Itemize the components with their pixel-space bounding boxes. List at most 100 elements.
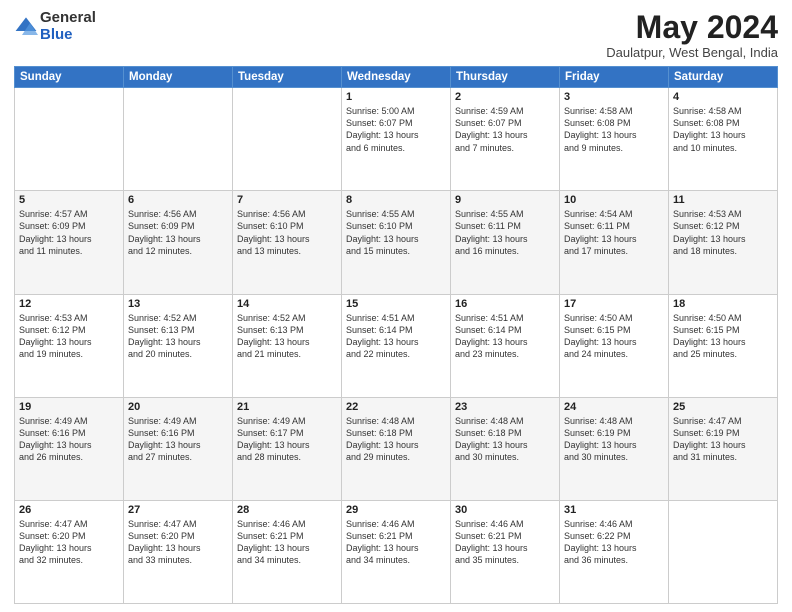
day-cell: 14 Sunrise: 4:52 AM Sunset: 6:13 PM Dayli… xyxy=(233,294,342,397)
day-info: Sunrise: 4:49 AM Sunset: 6:16 PM Dayligh… xyxy=(128,415,228,464)
day-number: 11 xyxy=(673,194,773,206)
weekday-header-monday: Monday xyxy=(124,67,233,88)
day-number: 17 xyxy=(564,298,664,310)
page: General Blue May 2024 Daulatpur, West Be… xyxy=(0,0,792,612)
weekday-header-saturday: Saturday xyxy=(669,67,778,88)
day-number: 21 xyxy=(237,401,337,413)
day-cell: 29Sunrise: 4:46 AM Sunset: 6:21 PM Dayli… xyxy=(342,500,451,603)
day-info: Sunrise: 4:58 AM Sunset: 6:08 PM Dayligh… xyxy=(673,105,773,154)
day-number: 4 xyxy=(673,91,773,103)
weekday-header-thursday: Thursday xyxy=(451,67,560,88)
day-cell: 13 Sunrise: 4:52 AM Sunset: 6:13 PM Dayli… xyxy=(124,294,233,397)
day-cell: 31 Sunrise: 4:46 AM Sunset: 6:22 PM Dayli… xyxy=(560,500,669,603)
day-number: 8 xyxy=(346,194,446,206)
day-info: Sunrise: 4:47 AM Sunset: 6:20 PM Dayligh… xyxy=(19,518,119,567)
day-info: Sunrise: 4:51 AM Sunset: 6:14 PM Dayligh… xyxy=(346,312,446,361)
day-info: Sunrise: 4:46 AM Sunset: 6:21 PM Dayligh… xyxy=(455,518,555,567)
logo-icon xyxy=(14,15,38,39)
day-cell: 10Sunrise: 4:54 AM Sunset: 6:11 PM Dayli… xyxy=(560,191,669,294)
day-info: Sunrise: 4:48 AM Sunset: 6:18 PM Dayligh… xyxy=(346,415,446,464)
day-info: Sunrise: 4:50 AM Sunset: 6:15 PM Dayligh… xyxy=(673,312,773,361)
day-number: 14 xyxy=(237,298,337,310)
week-row-5: 26 Sunrise: 4:47 AM Sunset: 6:20 PM Dayli… xyxy=(15,500,778,603)
day-number: 16 xyxy=(455,298,555,310)
day-info: Sunrise: 4:55 AM Sunset: 6:10 PM Dayligh… xyxy=(346,208,446,257)
day-info: Sunrise: 4:51 AM Sunset: 6:14 PM Dayligh… xyxy=(455,312,555,361)
weekday-header-wednesday: Wednesday xyxy=(342,67,451,88)
weekday-header-row: SundayMondayTuesdayWednesdayThursdayFrid… xyxy=(15,67,778,88)
logo-blue: Blue xyxy=(40,26,73,43)
day-cell: 6 Sunrise: 4:56 AM Sunset: 6:09 PM Daylig… xyxy=(124,191,233,294)
logo: General Blue xyxy=(14,10,96,43)
day-info: Sunrise: 4:49 AM Sunset: 6:17 PM Dayligh… xyxy=(237,415,337,464)
day-number: 25 xyxy=(673,401,773,413)
day-number: 6 xyxy=(128,194,228,206)
day-info: Sunrise: 4:49 AM Sunset: 6:16 PM Dayligh… xyxy=(19,415,119,464)
day-cell xyxy=(15,88,124,191)
day-number: 13 xyxy=(128,298,228,310)
day-cell: 19 Sunrise: 4:49 AM Sunset: 6:16 PM Dayli… xyxy=(15,397,124,500)
day-cell: 3 Sunrise: 4:58 AM Sunset: 6:08 PM Daylig… xyxy=(560,88,669,191)
day-info: Sunrise: 4:54 AM Sunset: 6:11 PM Dayligh… xyxy=(564,208,664,257)
day-info: Sunrise: 4:46 AM Sunset: 6:21 PM Dayligh… xyxy=(237,518,337,567)
day-cell: 1Sunrise: 5:00 AM Sunset: 6:07 PM Daylig… xyxy=(342,88,451,191)
day-number: 18 xyxy=(673,298,773,310)
weekday-header-friday: Friday xyxy=(560,67,669,88)
week-row-1: 1Sunrise: 5:00 AM Sunset: 6:07 PM Daylig… xyxy=(15,88,778,191)
day-cell: 30 Sunrise: 4:46 AM Sunset: 6:21 PM Dayli… xyxy=(451,500,560,603)
day-cell: 8 Sunrise: 4:55 AM Sunset: 6:10 PM Daylig… xyxy=(342,191,451,294)
day-number: 20 xyxy=(128,401,228,413)
day-cell: 18 Sunrise: 4:50 AM Sunset: 6:15 PM Dayli… xyxy=(669,294,778,397)
day-number: 29 xyxy=(346,504,446,516)
day-cell: 2Sunrise: 4:59 AM Sunset: 6:07 PM Daylig… xyxy=(451,88,560,191)
day-info: Sunrise: 4:50 AM Sunset: 6:15 PM Dayligh… xyxy=(564,312,664,361)
day-cell: 4 Sunrise: 4:58 AM Sunset: 6:08 PM Daylig… xyxy=(669,88,778,191)
day-cell: 9Sunrise: 4:55 AM Sunset: 6:11 PM Daylig… xyxy=(451,191,560,294)
day-info: Sunrise: 4:57 AM Sunset: 6:09 PM Dayligh… xyxy=(19,208,119,257)
month-title: May 2024 xyxy=(606,10,778,45)
day-cell: 20 Sunrise: 4:49 AM Sunset: 6:16 PM Dayli… xyxy=(124,397,233,500)
logo-text: General Blue xyxy=(40,10,96,43)
day-number: 7 xyxy=(237,194,337,206)
day-cell: 21 Sunrise: 4:49 AM Sunset: 6:17 PM Dayli… xyxy=(233,397,342,500)
day-cell: 11 Sunrise: 4:53 AM Sunset: 6:12 PM Dayli… xyxy=(669,191,778,294)
day-number: 19 xyxy=(19,401,119,413)
day-info: Sunrise: 4:53 AM Sunset: 6:12 PM Dayligh… xyxy=(673,208,773,257)
day-cell: 16 Sunrise: 4:51 AM Sunset: 6:14 PM Dayli… xyxy=(451,294,560,397)
day-info: Sunrise: 4:52 AM Sunset: 6:13 PM Dayligh… xyxy=(128,312,228,361)
day-number: 30 xyxy=(455,504,555,516)
day-number: 2 xyxy=(455,91,555,103)
day-number: 1 xyxy=(346,91,446,103)
day-cell: 5 Sunrise: 4:57 AM Sunset: 6:09 PM Daylig… xyxy=(15,191,124,294)
weekday-header-tuesday: Tuesday xyxy=(233,67,342,88)
day-info: Sunrise: 4:47 AM Sunset: 6:20 PM Dayligh… xyxy=(128,518,228,567)
day-number: 5 xyxy=(19,194,119,206)
day-info: Sunrise: 4:47 AM Sunset: 6:19 PM Dayligh… xyxy=(673,415,773,464)
day-cell: 12Sunrise: 4:53 AM Sunset: 6:12 PM Dayli… xyxy=(15,294,124,397)
day-number: 28 xyxy=(237,504,337,516)
day-cell xyxy=(233,88,342,191)
day-cell: 27 Sunrise: 4:47 AM Sunset: 6:20 PM Dayli… xyxy=(124,500,233,603)
day-info: Sunrise: 4:48 AM Sunset: 6:18 PM Dayligh… xyxy=(455,415,555,464)
title-block: May 2024 Daulatpur, West Bengal, India xyxy=(606,10,778,60)
week-row-3: 12Sunrise: 4:53 AM Sunset: 6:12 PM Dayli… xyxy=(15,294,778,397)
day-info: Sunrise: 4:56 AM Sunset: 6:09 PM Dayligh… xyxy=(128,208,228,257)
day-number: 22 xyxy=(346,401,446,413)
day-number: 3 xyxy=(564,91,664,103)
day-info: Sunrise: 4:52 AM Sunset: 6:13 PM Dayligh… xyxy=(237,312,337,361)
day-number: 9 xyxy=(455,194,555,206)
day-info: Sunrise: 4:48 AM Sunset: 6:19 PM Dayligh… xyxy=(564,415,664,464)
weekday-header-sunday: Sunday xyxy=(15,67,124,88)
day-cell: 24 Sunrise: 4:48 AM Sunset: 6:19 PM Dayli… xyxy=(560,397,669,500)
day-info: Sunrise: 4:58 AM Sunset: 6:08 PM Dayligh… xyxy=(564,105,664,154)
day-number: 12 xyxy=(19,298,119,310)
week-row-4: 19 Sunrise: 4:49 AM Sunset: 6:16 PM Dayli… xyxy=(15,397,778,500)
day-number: 26 xyxy=(19,504,119,516)
day-number: 31 xyxy=(564,504,664,516)
day-cell: 17 Sunrise: 4:50 AM Sunset: 6:15 PM Dayli… xyxy=(560,294,669,397)
day-number: 27 xyxy=(128,504,228,516)
day-info: Sunrise: 4:46 AM Sunset: 6:22 PM Dayligh… xyxy=(564,518,664,567)
day-info: Sunrise: 4:56 AM Sunset: 6:10 PM Dayligh… xyxy=(237,208,337,257)
header: General Blue May 2024 Daulatpur, West Be… xyxy=(14,10,778,60)
day-number: 24 xyxy=(564,401,664,413)
